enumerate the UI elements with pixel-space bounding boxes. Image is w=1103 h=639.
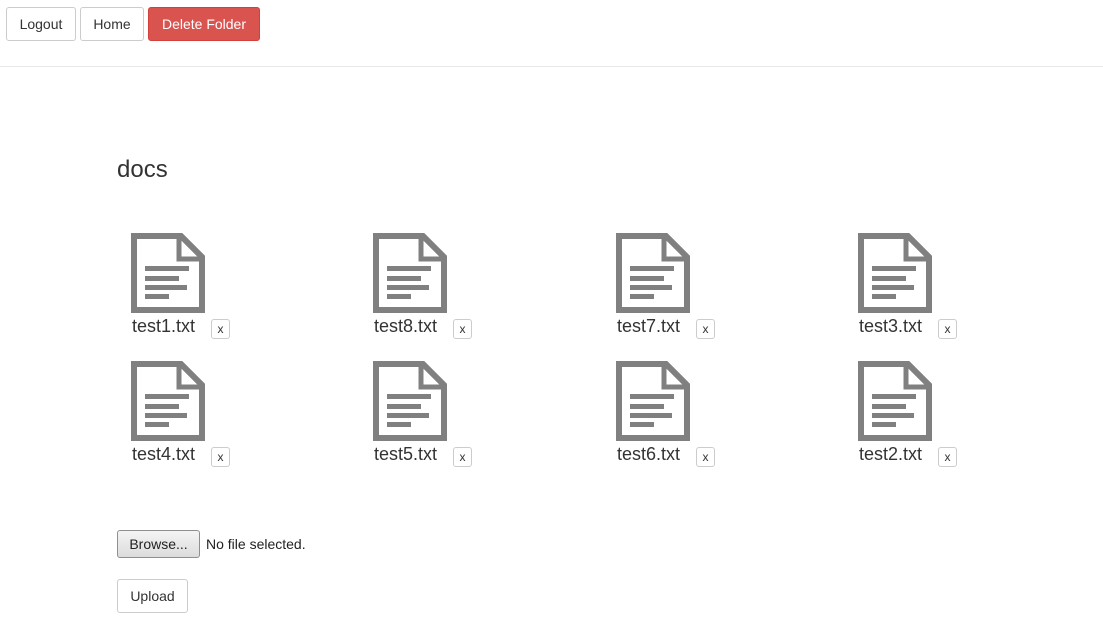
file-name[interactable]: test6.txt: [617, 443, 680, 465]
file-item[interactable]: test6.txt x: [602, 361, 752, 481]
delete-file-button[interactable]: x: [211, 447, 230, 467]
delete-file-button[interactable]: x: [696, 447, 715, 467]
home-button[interactable]: Home: [80, 7, 144, 41]
delete-file-button[interactable]: x: [938, 319, 957, 339]
file-item[interactable]: test5.txt x: [359, 361, 509, 481]
document-icon[interactable]: [616, 233, 690, 313]
file-name[interactable]: test7.txt: [617, 315, 680, 337]
file-name[interactable]: test2.txt: [859, 443, 922, 465]
upload-button[interactable]: Upload: [117, 579, 188, 613]
logout-button[interactable]: Logout: [6, 7, 76, 41]
delete-file-button[interactable]: x: [453, 447, 472, 467]
document-icon[interactable]: [131, 361, 205, 441]
file-item[interactable]: test3.txt x: [844, 233, 994, 353]
delete-file-button[interactable]: x: [938, 447, 957, 467]
document-icon[interactable]: [131, 233, 205, 313]
file-item[interactable]: test4.txt x: [117, 361, 267, 481]
file-name[interactable]: test8.txt: [374, 315, 437, 337]
document-icon[interactable]: [373, 233, 447, 313]
file-item[interactable]: test2.txt x: [844, 361, 994, 481]
file-name[interactable]: test5.txt: [374, 443, 437, 465]
file-name[interactable]: test1.txt: [132, 315, 195, 337]
delete-file-button[interactable]: x: [211, 319, 230, 339]
document-icon[interactable]: [858, 361, 932, 441]
folder-title: docs: [117, 156, 168, 183]
file-name[interactable]: test4.txt: [132, 443, 195, 465]
file-item[interactable]: test1.txt x: [117, 233, 267, 353]
file-item[interactable]: test7.txt x: [602, 233, 752, 353]
delete-folder-button[interactable]: Delete Folder: [148, 7, 260, 41]
document-icon[interactable]: [616, 361, 690, 441]
delete-file-button[interactable]: x: [696, 319, 715, 339]
file-status-text: No file selected.: [206, 536, 306, 552]
document-icon[interactable]: [373, 361, 447, 441]
file-item[interactable]: test8.txt x: [359, 233, 509, 353]
top-toolbar: Logout Home Delete Folder: [0, 0, 1103, 67]
file-name[interactable]: test3.txt: [859, 315, 922, 337]
document-icon[interactable]: [858, 233, 932, 313]
delete-file-button[interactable]: x: [453, 319, 472, 339]
browse-button[interactable]: Browse...: [117, 530, 200, 558]
